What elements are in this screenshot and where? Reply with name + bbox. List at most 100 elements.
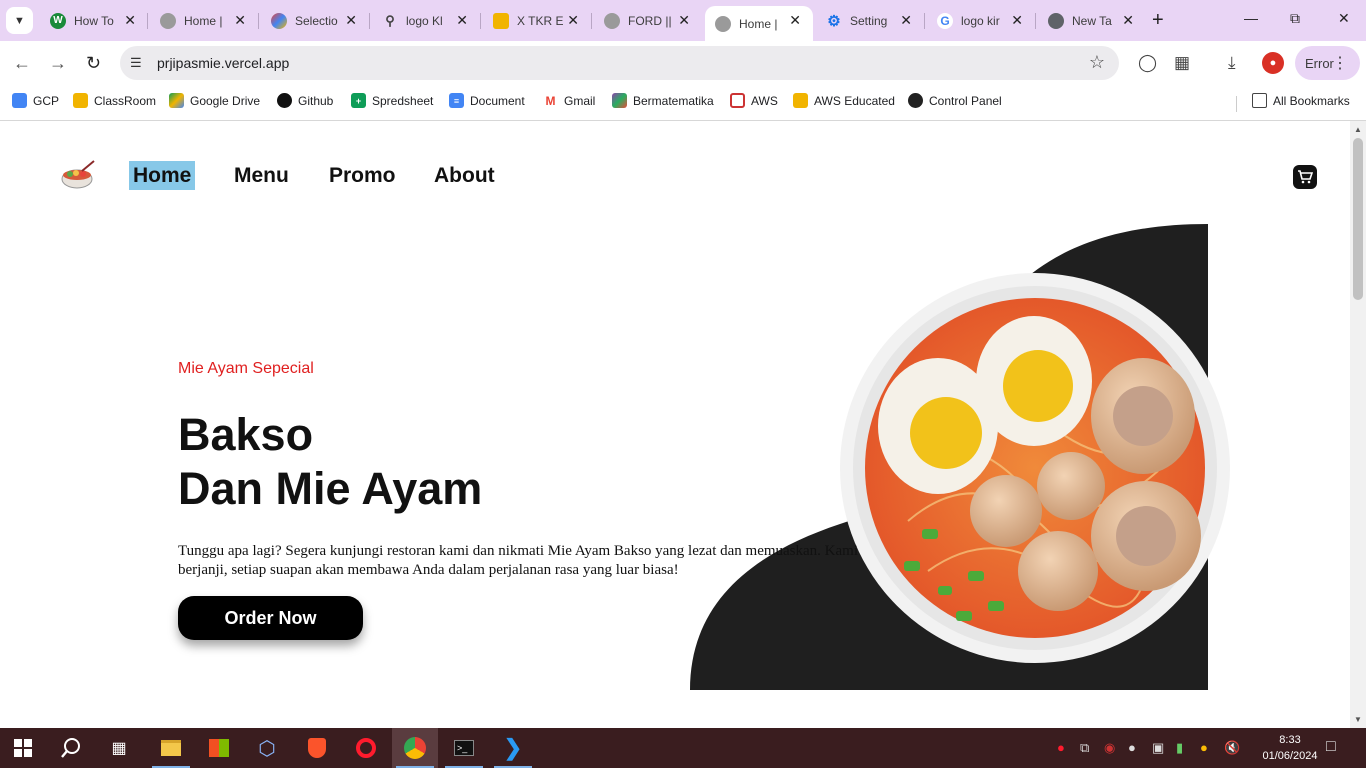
close-icon[interactable]: ✕ — [1011, 12, 1023, 29]
system-clock[interactable]: 8:33 01/06/2024 — [1262, 732, 1318, 764]
gear-icon: ⚙ — [827, 12, 841, 30]
tab-2[interactable]: Home | ✕ — [150, 6, 258, 35]
gcp-icon — [12, 93, 27, 108]
bookmark-github[interactable]: Github — [277, 93, 333, 108]
opera-tray-icon[interactable]: ● — [1057, 740, 1065, 755]
puzzle-extensions-icon[interactable]: ▦ — [1174, 53, 1190, 73]
bookmark-spreadsheet[interactable]: + Spredsheet — [351, 93, 433, 108]
github-icon — [277, 93, 292, 108]
tab-1[interactable]: W How To ✕ — [40, 6, 148, 35]
taskbar-chrome[interactable] — [392, 728, 438, 768]
profile-error-button[interactable]: Error ⋮ — [1295, 46, 1360, 80]
bookmark-star-icon[interactable]: ☆ — [1089, 52, 1105, 73]
taskbar-brave[interactable] — [294, 728, 340, 768]
windows-logo-icon — [14, 739, 32, 757]
tab-9[interactable]: G logo kir ✕ — [927, 6, 1035, 35]
record-tray-icon[interactable]: ◉ — [1104, 740, 1115, 756]
download-icon[interactable]: ⤓ — [1228, 53, 1236, 73]
tab-search-button[interactable]: ▼ — [6, 7, 33, 34]
taskbar-file-explorer[interactable] — [148, 728, 194, 768]
page-scrollbar[interactable]: ▲ ▼ — [1350, 121, 1366, 728]
bookmark-google-drive[interactable]: Google Drive — [169, 93, 260, 108]
shopping-cart-icon — [1298, 170, 1313, 184]
close-icon[interactable]: ✕ — [900, 12, 912, 29]
classroom-icon — [493, 12, 509, 29]
bookmark-control-panel[interactable]: Control Panel — [908, 93, 1002, 108]
scroll-up-icon[interactable]: ▲ — [1354, 125, 1362, 134]
taskbar-search[interactable] — [48, 728, 94, 768]
restore-icon[interactable]: ⧉ — [1290, 10, 1300, 27]
back-arrow-icon[interactable]: ← — [13, 53, 31, 74]
tab-7-active[interactable]: Home | ✕ — [705, 6, 813, 41]
start-button[interactable] — [0, 728, 46, 768]
classroom-icon — [73, 93, 88, 108]
all-bookmarks-button[interactable]: All Bookmarks — [1252, 93, 1350, 108]
math-icon — [612, 93, 627, 108]
scrollbar-thumb[interactable] — [1353, 138, 1363, 300]
bookmark-gmail[interactable]: M Gmail — [543, 93, 595, 108]
tab-6[interactable]: FORD || ✕ — [594, 6, 702, 35]
tab-4[interactable]: ⚲ logo Kl ✕ — [372, 6, 480, 35]
page-viewport: Home Menu Promo About Mie Ayam Sepecial … — [0, 121, 1350, 728]
close-icon[interactable]: ✕ — [789, 12, 801, 29]
opera-icon — [356, 738, 376, 758]
reload-icon[interactable]: ↻ — [86, 53, 101, 74]
cart-button[interactable] — [1293, 165, 1317, 189]
bookmark-document[interactable]: ≡ Document — [449, 93, 525, 108]
chrome-tray-icon[interactable]: ● — [1200, 740, 1208, 755]
bookmark-aws-educated[interactable]: AWS Educated — [793, 93, 895, 108]
task-view-button[interactable]: ▦ — [96, 728, 142, 768]
chevron-down-icon: ▼ — [14, 14, 25, 27]
terminal-icon: >_ — [454, 740, 474, 756]
tab-5[interactable]: X TKR E ✕ — [483, 6, 591, 35]
forward-arrow-icon[interactable]: → — [49, 53, 67, 74]
battery-tray-icon[interactable]: ▮ — [1176, 740, 1183, 756]
taskbar-store[interactable] — [196, 728, 242, 768]
copy-tray-icon[interactable]: ⧉ — [1080, 740, 1089, 756]
folder-icon — [161, 740, 181, 756]
taskbar-opera[interactable] — [343, 728, 389, 768]
close-icon[interactable]: ✕ — [124, 12, 136, 29]
address-bar[interactable]: ☰ prjipasmie.vercel.app ☆ — [120, 46, 1119, 80]
nav-promo[interactable]: Promo — [325, 161, 400, 190]
close-icon[interactable]: ✕ — [567, 12, 579, 29]
nav-menu[interactable]: Menu — [230, 161, 293, 190]
network-globe-icon[interactable]: ● — [1128, 740, 1136, 755]
close-icon[interactable]: ✕ — [345, 12, 357, 29]
order-now-button[interactable]: Order Now — [178, 596, 363, 640]
minimize-icon[interactable]: — — [1244, 10, 1258, 26]
volume-muted-icon[interactable]: 🔇 — [1224, 740, 1240, 756]
site-settings-icon[interactable]: ☰ — [130, 55, 142, 71]
nav-about[interactable]: About — [430, 161, 499, 190]
close-icon[interactable]: ✕ — [678, 12, 690, 29]
notification-icon[interactable]: □ — [1326, 738, 1336, 756]
bookmark-aws[interactable]: AWS — [730, 93, 778, 108]
close-icon[interactable]: ✕ — [456, 12, 468, 29]
url-text[interactable]: prjipasmie.vercel.app — [157, 55, 289, 71]
hero-headline: Bakso Dan Mie Ayam — [178, 409, 483, 514]
tab-8[interactable]: ⚙ Setting ✕ — [816, 6, 924, 35]
avatar[interactable]: ● — [1262, 52, 1284, 74]
display-tray-icon[interactable]: ▣ — [1152, 740, 1164, 756]
tab-3[interactable]: Selectio ✕ — [261, 6, 369, 35]
tab-strip: ▼ W How To ✕ Home | ✕ Selectio ✕ ⚲ logo … — [0, 0, 1366, 41]
virtualbox-cube-icon: ⬡ — [258, 737, 276, 760]
globe-icon — [715, 15, 731, 32]
taskbar-virtualbox[interactable]: ⬡ — [244, 728, 290, 768]
scroll-down-icon[interactable]: ▼ — [1354, 715, 1362, 724]
window-close-icon[interactable]: ✕ — [1338, 10, 1350, 27]
taskbar-vscode[interactable]: ❯ — [490, 728, 536, 768]
bookmark-bermatematika[interactable]: Bermatematika — [612, 93, 714, 108]
bowl-logo-icon[interactable] — [60, 159, 96, 191]
close-icon[interactable]: ✕ — [234, 12, 246, 29]
bookmark-gcp[interactable]: GCP — [12, 93, 59, 108]
bookmark-classroom[interactable]: ClassRoom — [73, 93, 156, 108]
new-tab-plus-icon[interactable]: + — [1152, 9, 1164, 32]
close-icon[interactable]: ✕ — [1122, 12, 1134, 29]
aws-box-icon — [793, 93, 808, 108]
bookmark-divider — [1236, 96, 1237, 112]
tab-10[interactable]: New Ta ✕ — [1038, 6, 1146, 35]
nav-home[interactable]: Home — [129, 161, 196, 190]
taskbar-terminal[interactable]: >_ — [441, 728, 487, 768]
extension-icon[interactable]: ◯ — [1138, 53, 1157, 73]
